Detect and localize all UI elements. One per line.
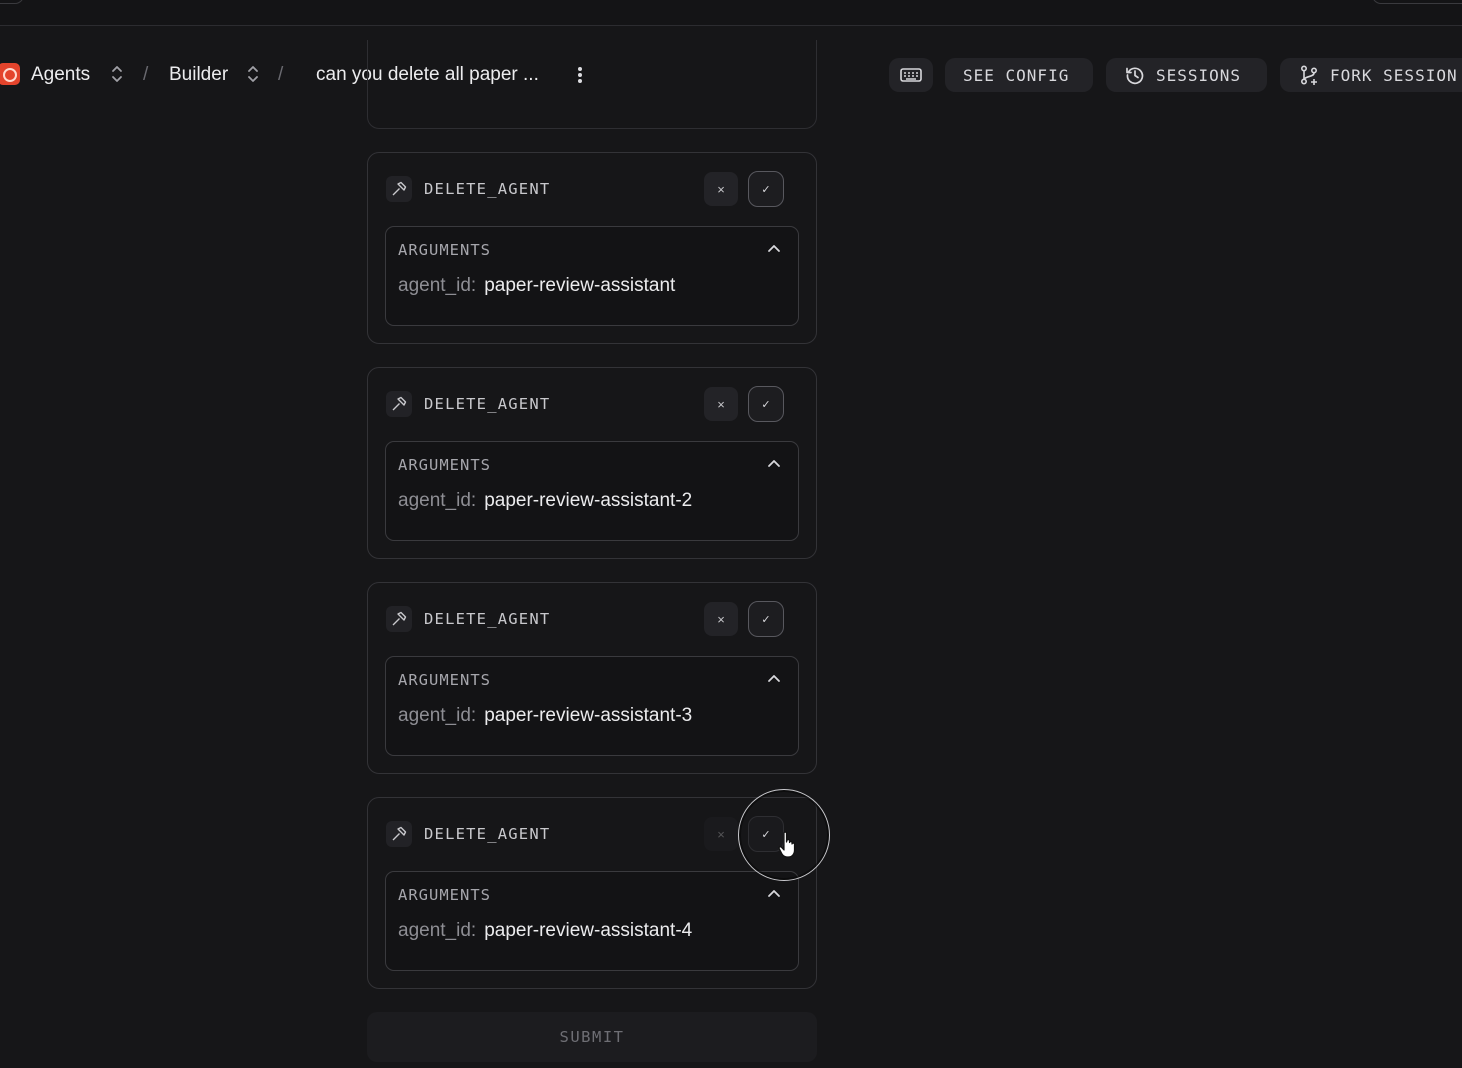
argument-key: agent_id: <box>398 275 477 296</box>
reject-button[interactable]: × <box>704 172 738 206</box>
hammer-icon <box>386 176 412 202</box>
argument-value: paper-review-assistant-4 <box>484 920 693 941</box>
arguments-panel: ARGUMENTS agent_id: paper-review-assistan… <box>385 226 799 326</box>
arguments-title: ARGUMENTS <box>398 241 491 259</box>
close-icon: × <box>717 611 725 627</box>
hammer-icon <box>386 606 412 632</box>
argument-value: paper-review-assistant-3 <box>484 705 693 726</box>
chevron-up-icon[interactable] <box>766 241 782 257</box>
tool-name: DELETE_AGENT <box>424 610 551 628</box>
chevron-up-icon[interactable] <box>766 886 782 902</box>
hand-pointer-icon <box>778 831 796 858</box>
history-icon <box>1126 67 1144 85</box>
arguments-panel: ARGUMENTS agent_id: paper-review-assistan… <box>385 871 799 971</box>
chevron-updown-icon[interactable] <box>246 64 260 86</box>
argument-key: agent_id: <box>398 490 477 511</box>
close-icon: × <box>717 396 725 412</box>
tool-call-card: DELETE_AGENT × ✓ ARGUMENTS agent_id: pape… <box>367 582 817 774</box>
reject-button[interactable]: × <box>704 817 738 851</box>
tool-name: DELETE_AGENT <box>424 180 551 198</box>
sessions-button[interactable]: SESSIONS <box>1106 58 1267 92</box>
argument-key: agent_id: <box>398 920 477 941</box>
approve-button[interactable]: ✓ <box>748 386 784 422</box>
approve-button[interactable]: ✓ <box>748 171 784 207</box>
close-icon: × <box>717 181 725 197</box>
arguments-title: ARGUMENTS <box>398 886 491 904</box>
check-icon: ✓ <box>761 398 771 411</box>
arguments-title: ARGUMENTS <box>398 456 491 474</box>
close-icon: × <box>717 826 725 842</box>
previous-message-card <box>367 40 817 129</box>
breadcrumb-agents[interactable]: Agents <box>31 62 90 88</box>
breadcrumb-builder[interactable]: Builder <box>169 62 228 88</box>
hammer-icon <box>386 391 412 417</box>
top-right-control[interactable] <box>1372 0 1462 4</box>
breadcrumb-separator: / <box>143 64 149 85</box>
git-fork-icon <box>1300 65 1318 85</box>
fork-session-label: FORK SESSION <box>1330 65 1458 85</box>
arguments-title: ARGUMENTS <box>398 671 491 689</box>
argument-value: paper-review-assistant <box>484 275 676 296</box>
window-top-edge <box>0 0 1462 26</box>
see-config-label: SEE CONFIG <box>963 65 1070 85</box>
brand-logo-icon <box>0 63 20 85</box>
tool-call-card: DELETE_AGENT × ✓ ARGUMENTS agent_id: pape… <box>367 152 817 344</box>
keyboard-shortcuts-button[interactable] <box>889 58 933 92</box>
argument-key: agent_id: <box>398 705 477 726</box>
reject-button[interactable]: × <box>704 387 738 421</box>
chevron-updown-icon[interactable] <box>110 64 124 86</box>
arguments-panel: ARGUMENTS agent_id: paper-review-assistan… <box>385 441 799 541</box>
tool-name: DELETE_AGENT <box>424 395 551 413</box>
sessions-label: SESSIONS <box>1156 65 1242 85</box>
chevron-up-icon[interactable] <box>766 671 782 687</box>
submit-button[interactable]: SUBMIT <box>367 1012 817 1062</box>
arguments-panel: ARGUMENTS agent_id: paper-review-assistan… <box>385 656 799 756</box>
check-icon: ✓ <box>761 613 771 626</box>
see-config-button[interactable]: SEE CONFIG <box>945 58 1093 92</box>
breadcrumb-separator: / <box>278 64 284 85</box>
tool-call-card: DELETE_AGENT × ✓ ARGUMENTS agent_id: pape… <box>367 367 817 559</box>
reject-button[interactable]: × <box>704 602 738 636</box>
tool-name: DELETE_AGENT <box>424 825 551 843</box>
top-left-control[interactable] <box>0 0 24 4</box>
argument-value: paper-review-assistant-2 <box>484 490 693 511</box>
chevron-up-icon[interactable] <box>766 456 782 472</box>
fork-session-button[interactable]: FORK SESSION <box>1280 58 1462 92</box>
approve-button[interactable]: ✓ <box>748 601 784 637</box>
check-icon: ✓ <box>761 183 771 196</box>
hammer-icon <box>386 821 412 847</box>
keyboard-icon <box>900 68 922 82</box>
